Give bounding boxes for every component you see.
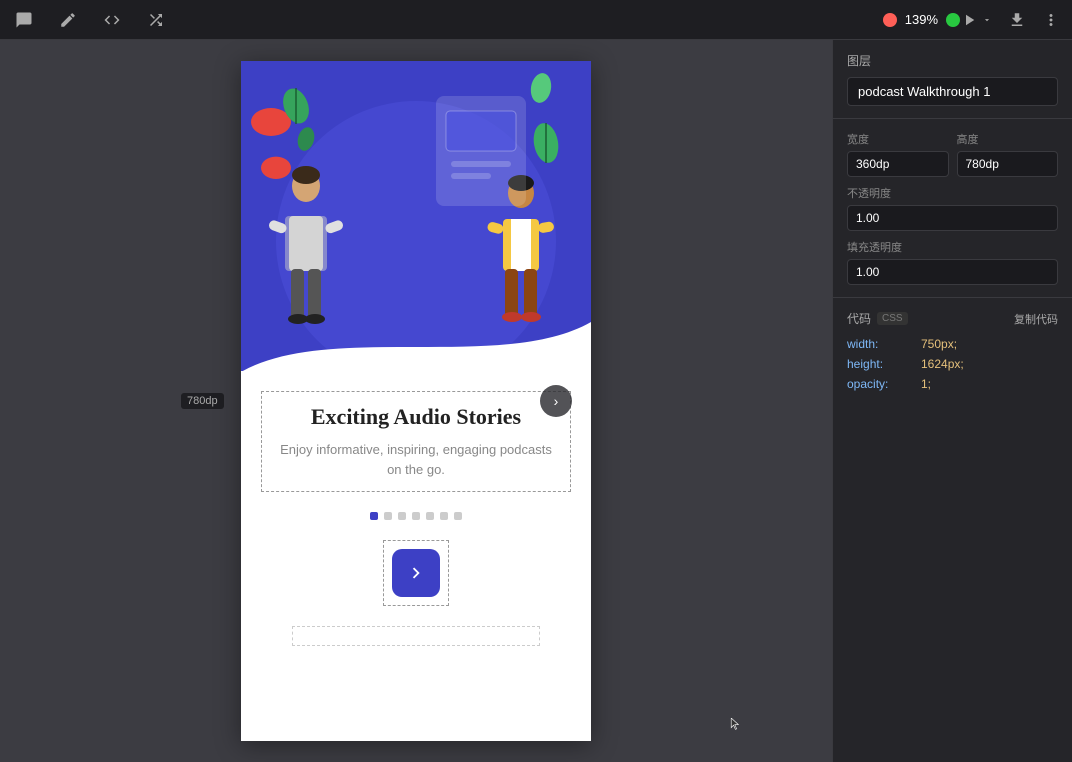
width-label: 宽度 xyxy=(847,131,949,147)
height-group: 高度 xyxy=(957,131,1059,177)
code-prop-height: height: 1624px; xyxy=(847,357,1058,371)
code-icon[interactable] xyxy=(100,8,124,32)
code-header: 代码 CSS 复制代码 xyxy=(847,310,1058,327)
toolbar-right xyxy=(960,11,1060,29)
toolbar-center: 139% xyxy=(883,12,960,27)
height-input[interactable] xyxy=(957,151,1059,177)
zoom-decrease-btn[interactable] xyxy=(883,13,897,27)
code-key-width: width: xyxy=(847,337,917,351)
dot-1 xyxy=(370,512,378,520)
shuffle-icon[interactable] xyxy=(144,8,168,32)
right-panel: 图层 宽度 高度 不透明度 填充透明度 xyxy=(832,40,1072,762)
code-prop-opacity: opacity: 1; xyxy=(847,377,1058,391)
phone-container: 780dp xyxy=(241,61,591,741)
cursor xyxy=(730,718,742,730)
height-label: 高度 xyxy=(957,131,1059,147)
layer-label: 图层 xyxy=(847,52,1058,69)
dot-3 xyxy=(398,512,406,520)
phone-content: Exciting Audio Stories Enjoy informative… xyxy=(241,371,591,741)
dot-7 xyxy=(454,512,462,520)
code-prop-width: width: 750px; xyxy=(847,337,1058,351)
dimensions-row: 宽度 高度 xyxy=(847,131,1058,177)
toolbar-left xyxy=(12,8,883,32)
fill-opacity-group: 填充透明度 xyxy=(847,239,1058,285)
css-badge: CSS xyxy=(877,312,908,325)
dot-5 xyxy=(426,512,434,520)
layer-name-input[interactable] xyxy=(847,77,1058,106)
copy-code-btn[interactable]: 复制代码 xyxy=(1014,311,1058,327)
deco-leaf-2 xyxy=(291,121,321,151)
canvas-area[interactable]: 780dp xyxy=(0,40,832,762)
main-area: 780dp xyxy=(0,40,1072,762)
fill-opacity-label: 填充透明度 xyxy=(847,239,1058,255)
opacity-group: 不透明度 xyxy=(847,185,1058,231)
phone-mockup: Exciting Audio Stories Enjoy informative… xyxy=(241,61,591,741)
code-value-opacity: 1; xyxy=(921,377,931,391)
dots-pagination xyxy=(370,512,462,520)
width-group: 宽度 xyxy=(847,131,949,177)
code-value-width: 750px; xyxy=(921,337,957,351)
zoom-increase-btn[interactable] xyxy=(946,13,960,27)
code-label: 代码 CSS xyxy=(847,310,908,327)
download-btn[interactable] xyxy=(1008,11,1026,29)
dot-4 xyxy=(412,512,420,520)
dot-2 xyxy=(384,512,392,520)
bg-device xyxy=(431,91,531,211)
phone-illustration xyxy=(241,61,591,371)
zoom-value: 139% xyxy=(905,12,938,27)
arrow-btn-wrapper xyxy=(383,540,449,606)
code-properties: width: 750px; height: 1624px; opacity: 1… xyxy=(847,337,1058,391)
wave-bottom xyxy=(241,322,591,371)
code-section: 代码 CSS 复制代码 width: 750px; height: 1624px… xyxy=(833,298,1072,409)
pencil-icon[interactable] xyxy=(56,8,80,32)
menu-btn[interactable] xyxy=(1042,11,1060,29)
code-key-opacity: opacity: xyxy=(847,377,917,391)
dimensions-section: 宽度 高度 不透明度 填充透明度 xyxy=(833,119,1072,298)
char-left xyxy=(261,161,351,341)
phone-bottom-hint xyxy=(292,626,540,646)
comment-icon[interactable] xyxy=(12,8,36,32)
code-key-height: height: xyxy=(847,357,917,371)
content-text-box: Exciting Audio Stories Enjoy informative… xyxy=(261,391,571,492)
width-label: 780dp xyxy=(181,393,224,409)
next-arrow-btn[interactable] xyxy=(392,549,440,597)
canvas-next-arrow[interactable]: › xyxy=(540,385,572,417)
content-title: Exciting Audio Stories xyxy=(278,404,554,430)
opacity-label: 不透明度 xyxy=(847,185,1058,201)
code-value-height: 1624px; xyxy=(921,357,964,371)
dot-6 xyxy=(440,512,448,520)
content-subtitle: Enjoy informative, inspiring, engaging p… xyxy=(278,440,554,479)
width-input[interactable] xyxy=(847,151,949,177)
opacity-input[interactable] xyxy=(847,205,1058,231)
code-label-text: 代码 xyxy=(847,310,871,327)
layer-section: 图层 xyxy=(833,40,1072,119)
deco-leaf-1 xyxy=(271,76,321,126)
toolbar: 139% xyxy=(0,0,1072,40)
fill-opacity-input[interactable] xyxy=(847,259,1058,285)
play-preview-btn[interactable] xyxy=(960,11,992,29)
